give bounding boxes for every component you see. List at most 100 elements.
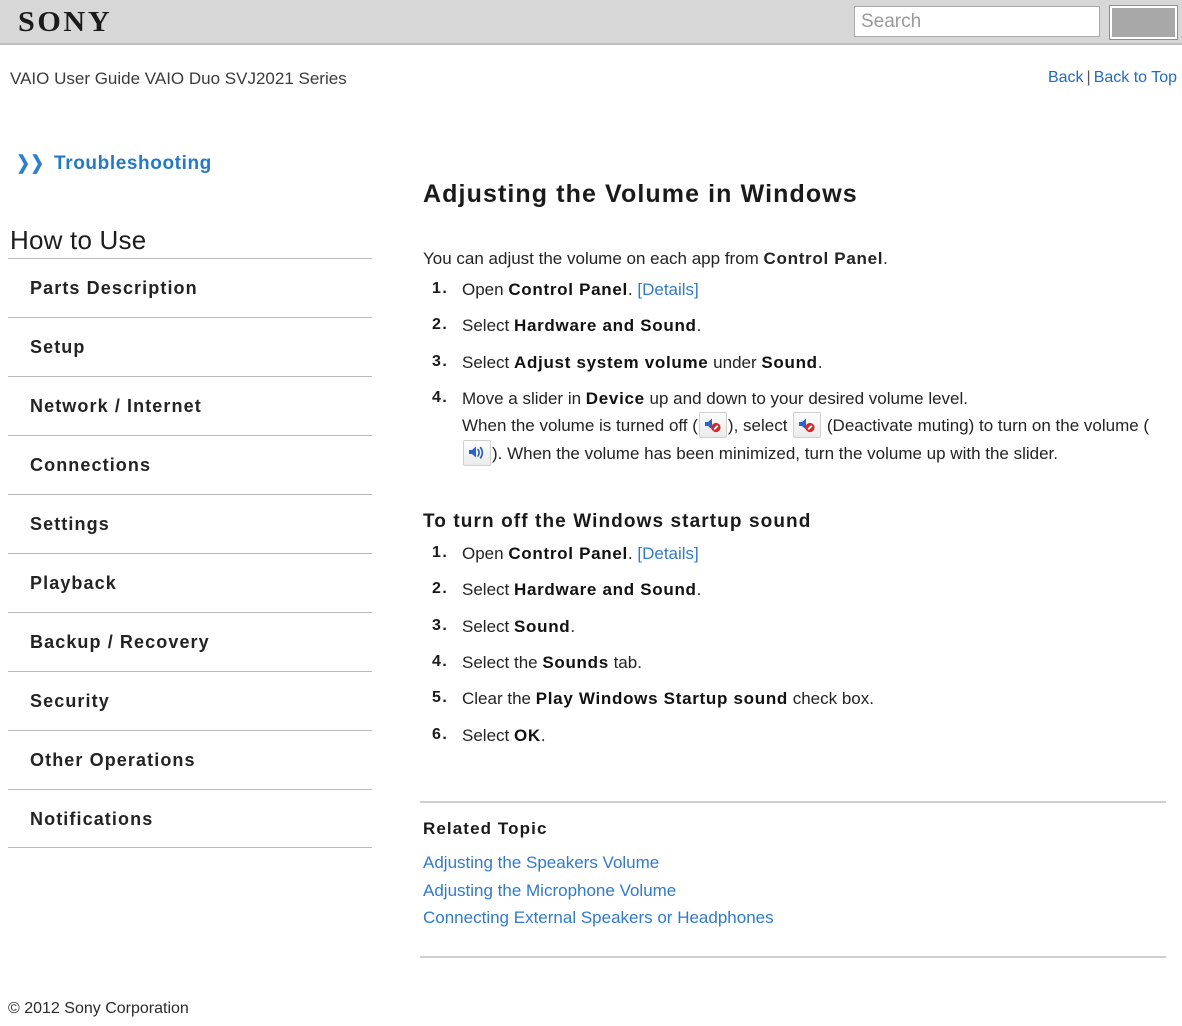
sidebar-item-label: Other Operations [30, 750, 196, 770]
step-text: tab. [608, 653, 642, 673]
sidebar-item-connections[interactable]: Connections [8, 435, 372, 494]
step-item: Select Adjust system volume under Sound. [432, 350, 1175, 376]
search-input[interactable] [854, 6, 1100, 37]
step-text: . [817, 352, 823, 372]
related-topic-heading: Related Topic [423, 819, 548, 839]
step-text: . [627, 544, 638, 564]
step-bold: Adjust system volume [513, 352, 709, 372]
step-item: Select Sound. [432, 614, 1175, 640]
section-heading-startup-sound: To turn off the Windows startup sound [423, 511, 812, 533]
step-bold: Control Panel [508, 544, 628, 564]
step-text: ), select [727, 416, 793, 436]
step-text: . [570, 616, 576, 636]
step-item: Select Hardware and Sound. [432, 577, 1175, 603]
step-bold: Sounds [542, 653, 609, 673]
step-text: . [627, 280, 638, 299]
step-bold: Device [585, 389, 645, 409]
sidebar-item-label: Parts Description [30, 278, 198, 298]
intro-paragraph: You can adjust the volume on each app fr… [423, 249, 1175, 269]
step-bold: Sound [513, 616, 571, 636]
sidebar-item-playback[interactable]: Playback [8, 553, 372, 612]
guide-title-bar: VAIO User Guide VAIO Duo SVJ2021 Series … [0, 45, 1182, 95]
intro-bold: Control Panel [763, 249, 884, 268]
sidebar-item-label: Security [30, 691, 110, 711]
step-text: Select [462, 725, 514, 745]
sidebar-item-label: Playback [30, 573, 117, 593]
header-nav-links: Back | Back to Top [1048, 69, 1177, 87]
sidebar-item-other-operations[interactable]: Other Operations [8, 730, 372, 789]
intro-text-after: . [883, 249, 888, 268]
page-title: Adjusting the Volume in Windows [423, 180, 858, 208]
sidebar-item-notifications[interactable]: Notifications [8, 789, 372, 848]
page-guide-title: VAIO User Guide VAIO Duo SVJ2021 Series [10, 69, 347, 88]
step-item: Select OK. [432, 723, 1175, 749]
footer-copyright: © 2012 Sony Corporation [8, 1000, 189, 1017]
step-text: check box. [788, 689, 874, 709]
back-link[interactable]: Back [1048, 69, 1084, 86]
sidebar-item-settings[interactable]: Settings [8, 494, 372, 553]
chevron-double-right-icon: ❯❯ [16, 153, 45, 174]
content-bottom-divider [420, 955, 1166, 958]
step-text: Move a slider in [462, 389, 586, 409]
step-text: . [540, 725, 546, 745]
startup-sound-steps-list: Open Control Panel. [Details] Select Har… [420, 541, 1175, 749]
sidebar-item-parts-description[interactable]: Parts Description [8, 258, 372, 317]
volume-mute-icon [698, 412, 727, 439]
step-item: Clear the Play Windows Startup sound che… [432, 686, 1175, 712]
sidebar-item-label: Setup [30, 337, 86, 357]
back-to-top-link[interactable]: Back to Top [1094, 69, 1177, 86]
step-item: Open Control Panel. [Details] [432, 541, 1175, 567]
step-text: Open [462, 544, 509, 564]
step-bold: Sound [761, 352, 818, 372]
step-bold: Play Windows Startup sound [535, 689, 788, 709]
details-link[interactable]: [Details] [637, 280, 698, 299]
step-text: Select [462, 616, 514, 636]
search-button[interactable] [1109, 5, 1178, 40]
step-text: When the volume is turned off ( [462, 416, 698, 436]
step-text: ). When the volume has been minimized, t… [492, 443, 1059, 463]
step-text: Open [462, 280, 509, 299]
search-area [848, 2, 1182, 43]
sidebar-item-label: Backup / Recovery [30, 632, 210, 652]
main-content: Adjusting the Volume in Windows You can … [420, 140, 1175, 958]
step-text: . [696, 580, 702, 600]
step-text: under [708, 352, 762, 372]
related-link[interactable]: Connecting External Speakers or Headphon… [423, 904, 1166, 932]
sidebar-nav-list: Parts Description Setup Network / Intern… [0, 258, 400, 848]
sidebar-heading-how-to-use: How to Use [10, 225, 147, 255]
related-link[interactable]: Adjusting the Microphone Volume [423, 877, 1166, 905]
sidebar-item-troubleshooting[interactable]: ❯❯ Troubleshooting [14, 152, 212, 175]
step-item: Select Hardware and Sound. [432, 313, 1175, 339]
sidebar-item-setup[interactable]: Setup [8, 317, 372, 376]
step-item: Open Control Panel. [Details] [432, 277, 1175, 303]
sidebar-item-label: Network / Internet [30, 396, 202, 416]
step-text: up and down to your desired volume level… [644, 389, 969, 409]
top-header-bar: SONY [0, 0, 1182, 45]
volume-on-icon [463, 439, 491, 466]
details-link[interactable]: [Details] [637, 544, 698, 563]
step-text: Select [462, 316, 514, 336]
sidebar-item-label: Connections [30, 455, 152, 475]
volume-steps-list: Open Control Panel. [Details] Select Har… [420, 277, 1175, 467]
step-text: Clear the [462, 689, 536, 709]
volume-mute-icon [793, 412, 822, 439]
step-bold: OK [513, 725, 541, 745]
step-text: . [696, 316, 702, 336]
related-topic-section: Related Topic Adjusting the Speakers Vol… [420, 801, 1166, 932]
step-text: Select [462, 352, 514, 372]
step-bold: Control Panel [508, 280, 628, 299]
step-text: (Deactivate muting) to turn on the volum… [822, 416, 1150, 436]
step-text: Select [462, 580, 514, 600]
sidebar-item-network-internet[interactable]: Network / Internet [8, 376, 372, 435]
sidebar-item-security[interactable]: Security [8, 671, 372, 730]
step-item: Select the Sounds tab. [432, 650, 1175, 676]
related-link[interactable]: Adjusting the Speakers Volume [423, 849, 1166, 877]
nav-separator: | [1086, 69, 1091, 86]
sidebar-item-backup-recovery[interactable]: Backup / Recovery [8, 612, 372, 671]
sony-logo: SONY [18, 6, 113, 38]
step-bold: Hardware and Sound [513, 580, 697, 600]
step-item: Move a slider in Device up and down to y… [432, 386, 1175, 467]
intro-text-before: You can adjust the volume on each app fr… [423, 249, 764, 268]
sidebar-item-label: Notifications [30, 809, 154, 829]
troubleshooting-label: Troubleshooting [54, 153, 212, 174]
